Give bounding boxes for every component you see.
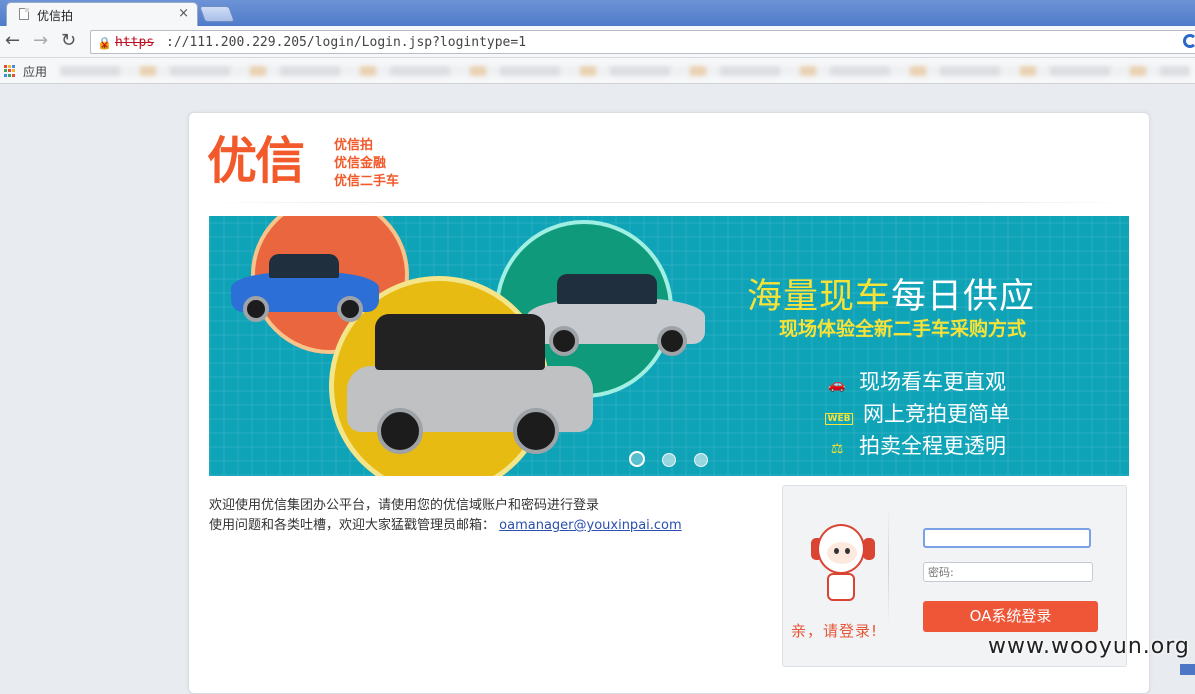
- forward-arrow-icon[interactable]: →: [33, 32, 48, 50]
- page-icon: [19, 8, 29, 20]
- slide-dot-active[interactable]: 1: [629, 451, 645, 467]
- welcome-text: 欢迎使用优信集团办公平台，请使用您的优信域账户和密码进行登录 使用问题和各类吐槽…: [209, 496, 682, 536]
- mini-car-image: [347, 308, 597, 458]
- broken-lock-icon[interactable]: 🔒 ×: [97, 36, 112, 51]
- feature-label: 现场看车更直观: [859, 370, 1006, 394]
- feature-item: 🚗 现场看车更直观: [825, 366, 1006, 396]
- url-scheme: https: [115, 35, 155, 50]
- banner-headline: 海量现车每日供应: [747, 268, 1035, 319]
- feature-item: WEB 网上竞拍更简单: [825, 398, 1010, 428]
- feature-label: 网上竞拍更简单: [863, 402, 1010, 426]
- apps-label[interactable]: 应用: [23, 63, 47, 80]
- taskbar-corner: [1180, 664, 1195, 675]
- logo-tagline: 优信拍 优信金融 优信二手车: [334, 137, 399, 191]
- blurred-bookmarks: [60, 66, 1190, 76]
- headline-highlight: 海量现车: [747, 277, 892, 317]
- logo: 优信: [207, 132, 305, 190]
- feature-label: 拍卖全程更透明: [859, 434, 1006, 458]
- admin-email-link[interactable]: oamanager@youxinpai.com: [499, 518, 682, 533]
- logo-line: 优信金融: [334, 156, 387, 171]
- password-input[interactable]: [923, 562, 1093, 582]
- divider: [209, 202, 1129, 203]
- headline-rest: 每日供应: [891, 277, 1036, 317]
- welcome-line: 使用问题和各类吐槽，欢迎大家猛戳管理员邮箱： oamanager@youxinp…: [209, 516, 682, 536]
- logo-line: 优信拍: [334, 138, 374, 153]
- feature-item: ⚖ 拍卖全程更透明: [825, 430, 1006, 460]
- mascot-eye: [834, 548, 839, 554]
- panel-divider: [888, 506, 889, 626]
- scale-icon: ⚖: [830, 441, 844, 457]
- address-bar[interactable]: 🔒 × https ://111.200.229.205/login/Login.…: [90, 30, 1195, 54]
- tab-title: 优信拍: [37, 9, 74, 23]
- login-greeting: 亲，请登录!: [791, 622, 879, 640]
- slide-dot[interactable]: [662, 453, 676, 467]
- web-icon: WEB: [825, 413, 853, 425]
- close-icon[interactable]: ×: [178, 6, 189, 21]
- browser-tab[interactable]: 优信拍 ×: [6, 2, 198, 26]
- logo-line: 优信二手车: [334, 174, 400, 189]
- login-page-card: 优信 优信拍 优信金融 优信二手车 海量现车每日供应 现场体验全新二手车采购方式…: [188, 112, 1150, 694]
- banner-subline: 现场体验全新二手车采购方式: [779, 318, 1027, 340]
- reload-icon[interactable]: ↻: [61, 32, 76, 50]
- welcome-line: 欢迎使用优信集团办公平台，请使用您的优信域账户和密码进行登录: [209, 498, 600, 513]
- login-button[interactable]: OA系统登录: [923, 601, 1098, 632]
- slide-dot[interactable]: [694, 453, 708, 467]
- back-arrow-icon[interactable]: ←: [5, 32, 20, 50]
- bookmarks-bar: 应用: [0, 58, 1195, 84]
- car-icon: 🚗: [828, 377, 846, 393]
- help-text: 使用问题和各类吐槽，欢迎大家猛戳管理员邮箱：: [209, 518, 496, 533]
- promo-banner[interactable]: 海量现车每日供应 现场体验全新二手车采购方式 🚗 现场看车更直观 WEB 网上竞拍更…: [209, 216, 1129, 476]
- username-input[interactable]: [923, 528, 1091, 548]
- url-text: ://111.200.229.205/login/Login.jsp?login…: [166, 35, 527, 50]
- mascot-eye: [845, 548, 850, 554]
- tab-strip: 优信拍 ×: [0, 0, 1195, 26]
- watermark: www.wooyun.org: [988, 634, 1190, 659]
- mascot-body: [827, 573, 855, 601]
- extension-icon[interactable]: [1183, 34, 1195, 48]
- apps-grid-icon[interactable]: [4, 65, 16, 77]
- new-tab-button[interactable]: [199, 6, 235, 22]
- mascot-face: [827, 542, 857, 564]
